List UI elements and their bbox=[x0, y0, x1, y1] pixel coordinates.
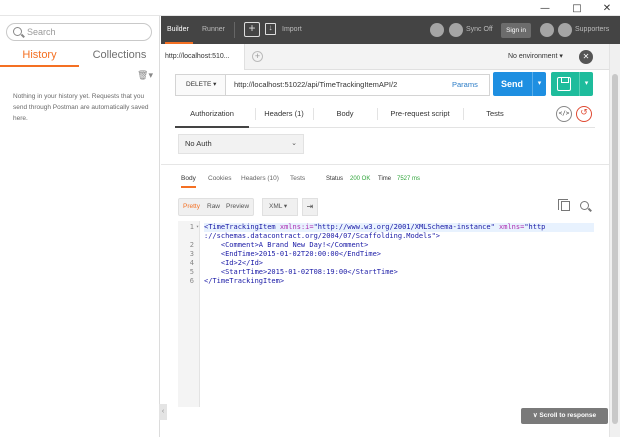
add-tab-icon[interactable]: + bbox=[252, 51, 263, 62]
section-divider bbox=[161, 164, 610, 165]
method-select[interactable]: DELETE ▾ bbox=[175, 74, 225, 96]
format-select[interactable]: XML ▾ bbox=[262, 198, 298, 216]
code-line-continued: ://schemas.datacontract.org/2004/07/Scaf… bbox=[204, 232, 440, 241]
tab-history[interactable]: History bbox=[0, 45, 79, 67]
main-scrollbar[interactable] bbox=[609, 44, 620, 437]
status-label: Status bbox=[326, 176, 344, 182]
request-tab-bar: http://localhost:510... + No environment… bbox=[161, 44, 620, 70]
code-snippet-icon[interactable]: </> bbox=[556, 106, 572, 122]
line-number: 2 bbox=[189, 241, 194, 249]
save-button[interactable]: ▾ bbox=[551, 72, 593, 96]
maximize-icon[interactable]: □ bbox=[564, 0, 590, 16]
send-button[interactable]: Send ▾ bbox=[493, 72, 546, 96]
send-label: Send bbox=[501, 79, 524, 89]
sync-icon[interactable] bbox=[449, 23, 463, 37]
import-icon[interactable]: ↓ bbox=[265, 23, 276, 35]
line-number: 6 bbox=[189, 277, 194, 285]
tab-tests[interactable]: Tests bbox=[463, 100, 527, 128]
line-number: 3 bbox=[189, 250, 194, 258]
sync-status: Sync Off bbox=[466, 26, 493, 33]
signin-button[interactable]: Sign in bbox=[501, 23, 531, 38]
xml-value: ://schemas.datacontract.org/2004/07/Scaf… bbox=[204, 232, 441, 240]
code-line: <TimeTrackingItem xmlns:i="http://www.w3… bbox=[204, 223, 594, 232]
scrollbar-thumb[interactable] bbox=[612, 74, 618, 424]
tab-body[interactable]: Body bbox=[313, 100, 377, 128]
params-button[interactable]: Params bbox=[452, 74, 478, 96]
supporters-link[interactable]: Supporters bbox=[575, 16, 609, 44]
auth-type-select[interactable]: No Auth ⌄ bbox=[178, 134, 304, 154]
collapse-sidebar-handle[interactable]: ‹ bbox=[159, 404, 167, 420]
tab-response-body[interactable]: Body bbox=[181, 172, 196, 188]
code-line: <Id>2</Id> bbox=[204, 259, 264, 267]
reset-icon[interactable]: ↺ bbox=[576, 106, 592, 122]
auth-type-value: No Auth bbox=[185, 139, 212, 148]
sidebar: Search History Collections 🗑▾ Nothing in… bbox=[0, 16, 160, 437]
tab-headers[interactable]: Headers (1) bbox=[255, 100, 313, 128]
response-view-toggle: Pretty Raw Preview bbox=[178, 198, 254, 216]
runner-tab[interactable]: Runner bbox=[202, 16, 225, 44]
scroll-to-response-button[interactable]: ∨ Scroll to response bbox=[521, 408, 608, 424]
response-body-editor[interactable]: 1 ▾ <TimeTrackingItem xmlns:i="http://ww… bbox=[178, 221, 594, 407]
history-empty-message: Nothing in your history yet. Requests th… bbox=[13, 93, 149, 122]
import-button[interactable]: Import bbox=[282, 16, 302, 44]
toolbar-divider bbox=[234, 22, 235, 38]
search-input[interactable]: Search bbox=[6, 23, 152, 41]
request-subtabs: Authorization Headers (1) Body Pre-reque… bbox=[175, 100, 595, 128]
window-titlebar: — □ ✕ bbox=[0, 0, 620, 16]
xml-value: "http bbox=[524, 223, 546, 231]
search-placeholder: Search bbox=[27, 27, 56, 37]
code-line: </TimeTrackingItem> bbox=[204, 277, 285, 285]
search-icon bbox=[13, 27, 22, 36]
time-value: 7527 ms bbox=[397, 176, 421, 182]
pretty-button[interactable]: Pretty bbox=[183, 199, 200, 215]
line-number: 1 bbox=[189, 223, 194, 231]
tab-collections[interactable]: Collections bbox=[80, 45, 159, 67]
xml-value: "http://www.w3.org/2001/XMLSchema-instan… bbox=[313, 223, 495, 231]
request-tab[interactable]: http://localhost:510... bbox=[161, 44, 245, 70]
xml-attribute: xmlns:i= bbox=[275, 223, 314, 231]
save-icon bbox=[557, 77, 571, 91]
preview-button[interactable]: Preview bbox=[226, 199, 249, 215]
save-dropdown-icon[interactable]: ▾ bbox=[579, 72, 593, 96]
environment-select[interactable]: No environment ▾ bbox=[508, 44, 563, 70]
tab-authorization[interactable]: Authorization bbox=[175, 100, 249, 128]
copy-icon[interactable] bbox=[558, 199, 570, 211]
url-input[interactable]: http://localhost:51022/api/TimeTrackingI… bbox=[225, 74, 490, 96]
environment-settings-icon[interactable]: ✕ bbox=[579, 50, 593, 64]
status-value: 200 OK bbox=[350, 176, 371, 182]
code-line: <EndTime>2015-01-02T20:00:00</EndTime> bbox=[204, 250, 382, 258]
trash-icon[interactable]: 🗑▾ bbox=[137, 71, 153, 81]
new-window-icon[interactable]: + bbox=[244, 22, 260, 37]
interceptor-icon[interactable] bbox=[430, 23, 444, 37]
line-number: 5 bbox=[189, 268, 194, 276]
fold-icon[interactable]: ▾ bbox=[196, 223, 199, 232]
heart-icon[interactable] bbox=[558, 23, 572, 37]
line-number: 4 bbox=[189, 259, 194, 267]
xml-tag: <TimeTrackingItem bbox=[204, 223, 276, 231]
minimize-icon[interactable]: — bbox=[532, 0, 558, 16]
main-toolbar: Builder Runner + ↓ Import Sync Off Sign … bbox=[161, 16, 620, 44]
tab-response-cookies[interactable]: Cookies bbox=[208, 172, 231, 188]
raw-button[interactable]: Raw bbox=[207, 199, 220, 215]
code-line: <StartTime>2015-01-02T08:19:00</StartTim… bbox=[204, 268, 398, 276]
time-label: Time bbox=[378, 176, 392, 182]
tab-pre-request-script[interactable]: Pre-request script bbox=[377, 100, 463, 128]
xml-attribute: xmlns= bbox=[494, 223, 525, 231]
tab-response-headers[interactable]: Headers (10) bbox=[241, 172, 279, 188]
response-tabs: Body Cookies Headers (10) Tests Status 2… bbox=[175, 172, 595, 188]
builder-tab[interactable]: Builder bbox=[167, 16, 189, 44]
sidebar-tabs: History Collections bbox=[0, 45, 159, 67]
tab-response-tests[interactable]: Tests bbox=[290, 172, 305, 188]
wrap-lines-icon[interactable]: ⇥ bbox=[302, 198, 318, 216]
settings-icon[interactable] bbox=[540, 23, 554, 37]
close-icon[interactable]: ✕ bbox=[594, 0, 620, 16]
chevron-down-icon: ⌄ bbox=[291, 140, 297, 147]
send-dropdown-icon[interactable]: ▾ bbox=[532, 72, 546, 96]
search-response-icon[interactable] bbox=[580, 201, 589, 210]
code-line: <Comment>A Brand New Day!</Comment> bbox=[204, 241, 369, 249]
